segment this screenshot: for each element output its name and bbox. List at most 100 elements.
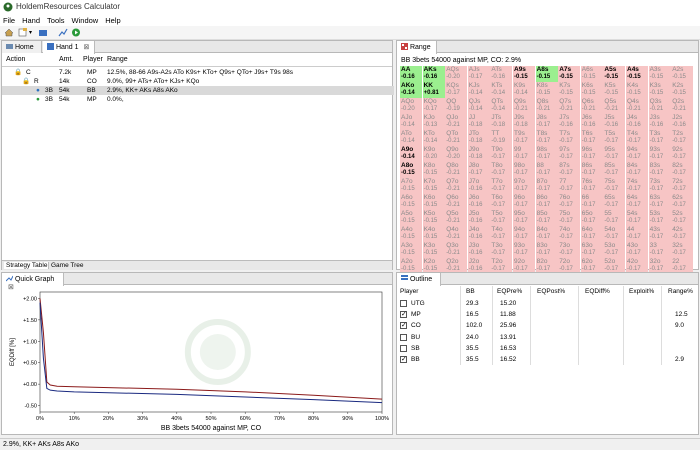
range-cell[interactable]: 65s -0.17 (603, 194, 626, 210)
table-row[interactable]: ● 3B 54k MP 0.0%, (2, 95, 394, 104)
range-cell[interactable]: T4s -0.17 (626, 130, 648, 146)
menu-tools[interactable]: Tools (44, 14, 69, 25)
range-cell[interactable]: 65o -0.17 (580, 210, 603, 226)
range-cell[interactable]: KTs -0.14 (490, 82, 513, 98)
range-cell[interactable]: A2s -0.15 (671, 66, 694, 82)
range-cell[interactable]: KJs -0.14 (467, 82, 490, 98)
range-cell[interactable]: T7s -0.17 (558, 130, 581, 146)
range-cell[interactable]: T9s -0.17 (513, 130, 535, 146)
range-cell[interactable]: 87s -0.17 (558, 162, 581, 178)
range-cell[interactable]: K5o -0.15 (422, 210, 445, 226)
range-cell[interactable]: 53s -0.17 (648, 210, 671, 226)
range-cell[interactable]: Q8o -0.21 (445, 162, 468, 178)
range-cell[interactable]: AKo -0.14 (400, 82, 422, 98)
range-cell[interactable]: A3o -0.15 (400, 242, 422, 258)
range-cell[interactable]: 95s -0.17 (603, 146, 626, 162)
range-cell[interactable]: A4o -0.15 (400, 226, 422, 242)
range-cell[interactable]: KTo -0.14 (422, 130, 445, 146)
tab-home[interactable]: Home (2, 41, 42, 53)
range-cell[interactable]: J8s -0.17 (535, 114, 558, 130)
range-cell[interactable]: J3s -0.16 (648, 114, 671, 130)
close-tab-icon[interactable]: ⊠ (83, 44, 89, 51)
range-cell[interactable]: A7o -0.15 (400, 178, 422, 194)
range-cell[interactable]: J8o -0.17 (467, 162, 490, 178)
range-cell[interactable]: 94o -0.17 (513, 226, 535, 242)
range-cell[interactable]: J4o -0.16 (467, 226, 490, 242)
range-cell[interactable]: Q4s -0.21 (626, 98, 648, 114)
range-cell[interactable]: KJo -0.13 (422, 114, 445, 130)
range-cell[interactable]: J4s -0.16 (626, 114, 648, 130)
range-cell[interactable]: K5s -0.15 (603, 82, 626, 98)
range-cell[interactable]: A3s -0.15 (648, 66, 671, 82)
range-cell[interactable]: K3s -0.15 (648, 82, 671, 98)
col-player[interactable]: Player (400, 288, 418, 295)
range-cell[interactable]: A6o -0.15 (400, 194, 422, 210)
range-cell[interactable]: T9o -0.17 (490, 146, 513, 162)
range-cell[interactable]: 33 -0.17 (648, 242, 671, 258)
range-cell[interactable]: AJo -0.14 (400, 114, 422, 130)
col-range[interactable]: Range (107, 56, 128, 63)
table-row[interactable]: 🔒 R 14k CO 9.0%, 99+ ATs+ ATo+ KJs+ KQo (2, 77, 394, 86)
table-row[interactable]: 🔒 C 7.2k MP 12.5%, 88-66 A9s-A2s ATo K9s… (2, 68, 394, 77)
range-cell[interactable]: J3o -0.16 (467, 242, 490, 258)
range-cell[interactable]: AA -0.16 (400, 66, 422, 82)
range-cell[interactable]: T4o -0.17 (490, 226, 513, 242)
range-cell[interactable]: T5o -0.17 (490, 210, 513, 226)
range-cell[interactable]: 32s -0.17 (671, 242, 694, 258)
range-cell[interactable]: T3s -0.17 (648, 130, 671, 146)
range-cell[interactable]: AQo -0.20 (400, 98, 422, 114)
range-cell[interactable]: K4s -0.15 (626, 82, 648, 98)
range-cell[interactable]: A8o -0.15 (400, 162, 422, 178)
range-cell[interactable]: K8s -0.15 (535, 82, 558, 98)
range-cell[interactable]: A5o -0.15 (400, 210, 422, 226)
range-cell[interactable]: 62s -0.17 (671, 194, 694, 210)
range-cell[interactable]: 63s -0.17 (648, 194, 671, 210)
col-player[interactable]: Player (83, 56, 103, 63)
range-cell[interactable]: Q4o -0.21 (445, 226, 468, 242)
range-cell[interactable]: J5s -0.16 (603, 114, 626, 130)
range-cell[interactable]: 43o -0.17 (626, 242, 648, 258)
range-cell[interactable]: QQ -0.19 (445, 98, 468, 114)
range-cell[interactable]: 85s -0.17 (603, 162, 626, 178)
range-cell[interactable]: 98s -0.17 (535, 146, 558, 162)
range-cell[interactable]: KQo -0.17 (422, 98, 445, 114)
menu-window[interactable]: Window (69, 14, 103, 25)
range-cell[interactable]: 43s -0.17 (648, 226, 671, 242)
range-cell[interactable]: 86s -0.17 (580, 162, 603, 178)
range-cell[interactable]: 94s -0.17 (626, 146, 648, 162)
range-cell[interactable]: Q9o -0.20 (445, 146, 468, 162)
col-amt[interactable]: Amt. (59, 56, 73, 63)
range-cell[interactable]: 82s -0.17 (671, 162, 694, 178)
range-cell[interactable]: T3o -0.17 (490, 242, 513, 258)
range-cell[interactable]: K6s -0.15 (580, 82, 603, 98)
range-cell[interactable]: Q7s -0.21 (558, 98, 581, 114)
outline-row[interactable]: ✓ CO 102.0 25.96 9.0 (397, 320, 695, 331)
range-cell[interactable]: J7o -0.16 (467, 178, 490, 194)
outline-row[interactable]: SB 35.5 16.53 (397, 343, 695, 354)
tab-quick-graph[interactable]: Quick Graph ⊠ (2, 273, 64, 291)
range-cell[interactable]: Q5o -0.21 (445, 210, 468, 226)
range-cell[interactable]: K6o -0.15 (422, 194, 445, 210)
new-hand-icon[interactable] (18, 28, 28, 37)
range-cell[interactable]: 99 -0.17 (513, 146, 535, 162)
menu-hand[interactable]: Hand (19, 14, 44, 25)
range-cell[interactable]: AJs -0.17 (467, 66, 490, 82)
range-cell[interactable]: ATo -0.14 (400, 130, 422, 146)
col-eqpre[interactable]: EQPre% (497, 288, 522, 295)
range-cell[interactable]: 74s -0.17 (626, 178, 648, 194)
table-row-selected[interactable]: ● 3B 54k BB 2.9%, KK+ AKs A8s AKo (2, 86, 394, 95)
range-cell[interactable]: 98o -0.17 (513, 162, 535, 178)
home-icon[interactable] (4, 28, 14, 37)
range-cell[interactable]: JTo -0.18 (467, 130, 490, 146)
range-cell[interactable]: A5s -0.15 (603, 66, 626, 82)
range-cell[interactable]: 73o -0.17 (558, 242, 581, 258)
range-cell[interactable]: 83o -0.17 (535, 242, 558, 258)
range-cell[interactable]: 63o -0.17 (580, 242, 603, 258)
range-cell[interactable]: ATs -0.16 (490, 66, 513, 82)
range-cell[interactable]: K3o -0.15 (422, 242, 445, 258)
range-cell[interactable]: JJ -0.18 (467, 114, 490, 130)
range-cell[interactable]: K4o -0.15 (422, 226, 445, 242)
dropdown-arrow-icon[interactable]: ▾ (29, 29, 32, 36)
range-cell[interactable]: K9s -0.14 (513, 82, 535, 98)
range-cell[interactable]: Q7o -0.21 (445, 178, 468, 194)
